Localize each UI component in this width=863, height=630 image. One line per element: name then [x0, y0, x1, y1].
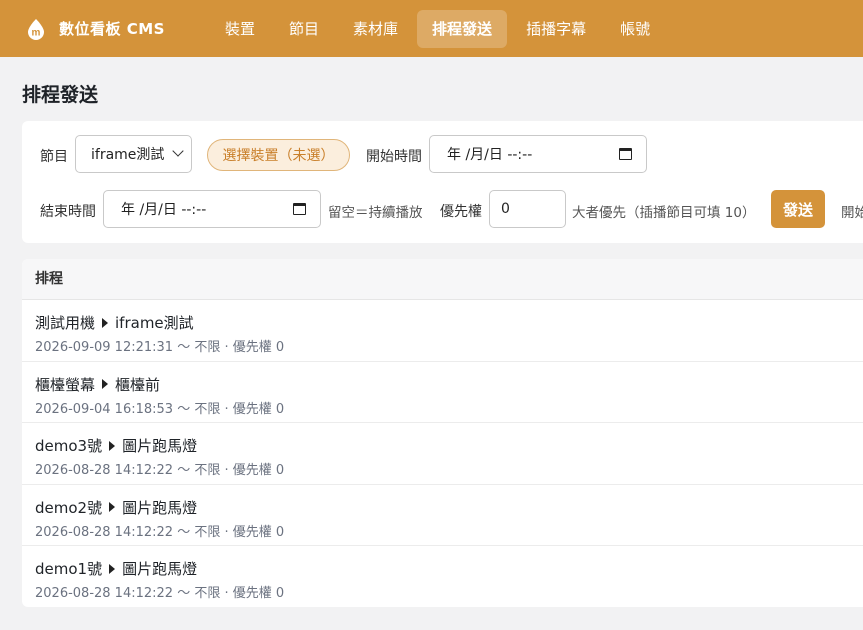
- calendar-icon[interactable]: [293, 203, 306, 215]
- caret-right-icon: [109, 502, 116, 512]
- start-time-label: 開始時間: [366, 149, 422, 165]
- priority-input[interactable]: 0: [489, 190, 566, 228]
- caret-right-icon: [109, 563, 116, 574]
- app-name: 數位看板 CMS: [59, 20, 165, 38]
- row-program: 圖片跑馬燈: [122, 437, 198, 455]
- overflow-label: 開始: [841, 205, 863, 221]
- end-time-hint: 留空＝持續播放: [328, 205, 423, 221]
- schedule-row[interactable]: 櫃檯螢幕 櫃檯前 2026-09-04 16:18:53 ～ 不限 · 優先權 …: [22, 362, 863, 423]
- row-program: 圖片跑馬燈: [122, 560, 198, 578]
- chevron-down-icon: [172, 145, 184, 157]
- schedule-form: 節目 iframe測試 選擇裝置（未選） 開始時間 年 /月/日 --:-- 結…: [22, 121, 863, 243]
- schedule-list-header: 排程: [22, 259, 863, 300]
- program-select[interactable]: iframe測試: [75, 135, 192, 173]
- top-navbar: m 數位看板 CMS 裝置 節目 素材庫 排程發送 插播字幕 帳號: [0, 0, 863, 57]
- row-program: 圖片跑馬燈: [122, 498, 198, 517]
- row-program: 櫃檯前: [115, 375, 161, 394]
- row-device: 測試用機: [35, 314, 96, 332]
- select-devices-button[interactable]: 選擇裝置（未選）: [207, 139, 350, 171]
- schedule-row[interactable]: demo1號 圖片跑馬燈 2026-08-28 14:12:22 ～ 不限 · …: [22, 546, 863, 607]
- caret-right-icon: [109, 440, 116, 451]
- priority-label: 優先權: [440, 204, 482, 220]
- end-time-input[interactable]: 年 /月/日 --:--: [103, 190, 321, 228]
- nav-accounts[interactable]: 帳號: [605, 10, 665, 48]
- svg-text:m: m: [32, 27, 41, 38]
- row-device: demo1號: [35, 560, 103, 578]
- end-time-value: 年 /月/日 --:--: [121, 202, 207, 218]
- nav-schedule[interactable]: 排程發送: [417, 9, 508, 48]
- schedule-row[interactable]: demo2號 圖片跑馬燈 2026-08-28 14:12:22 ～ 不限 · …: [22, 485, 863, 546]
- row-program: iframe測試: [115, 314, 194, 332]
- program-label: 節目: [40, 149, 68, 165]
- main-nav: 裝置 節目 素材庫 排程發送 插播字幕 帳號: [210, 0, 669, 57]
- row-meta: 2026-08-28 14:12:22 ～ 不限 · 優先權 0: [35, 586, 285, 601]
- row-meta: 2026-08-28 14:12:22 ～ 不限 · 優先權 0: [35, 524, 285, 540]
- start-time-value: 年 /月/日 --:--: [447, 147, 533, 163]
- nav-devices[interactable]: 裝置: [210, 10, 270, 48]
- nav-media-library[interactable]: 素材庫: [338, 10, 413, 48]
- nav-ticker[interactable]: 插播字幕: [511, 10, 601, 48]
- program-select-value: iframe測試: [91, 147, 165, 163]
- schedule-row[interactable]: demo3號 圖片跑馬燈 2026-08-28 14:12:22 ～ 不限 · …: [22, 423, 863, 485]
- send-button[interactable]: 發送: [771, 190, 825, 228]
- page-title: 排程發送: [22, 84, 99, 106]
- caret-right-icon: [102, 379, 109, 389]
- schedule-list: 排程 測試用機 iframe測試 2026-09-09 12:21:31 ～ 不…: [22, 259, 863, 607]
- end-time-label: 結束時間: [40, 204, 96, 220]
- row-device: 櫃檯螢幕: [35, 375, 96, 394]
- priority-hint: 大者優先（插播節目可填 10）: [572, 205, 756, 221]
- brand[interactable]: m 數位看板 CMS: [25, 18, 210, 40]
- row-device: demo3號: [35, 437, 103, 455]
- logo-icon: m: [25, 18, 47, 40]
- row-meta: 2026-08-28 14:12:22 ～ 不限 · 優先權 0: [35, 463, 285, 478]
- start-time-input[interactable]: 年 /月/日 --:--: [429, 135, 647, 173]
- row-meta: 2026-09-04 16:18:53 ～ 不限 · 優先權 0: [35, 401, 285, 417]
- caret-right-icon: [102, 317, 109, 328]
- schedule-row[interactable]: 測試用機 iframe測試 2026-09-09 12:21:31 ～ 不限 ·…: [22, 300, 863, 362]
- row-meta: 2026-09-09 12:21:31 ～ 不限 · 優先權 0: [35, 340, 285, 355]
- calendar-icon[interactable]: [619, 148, 632, 160]
- nav-programs[interactable]: 節目: [274, 10, 334, 48]
- row-device: demo2號: [35, 498, 103, 517]
- priority-value: 0: [501, 201, 510, 217]
